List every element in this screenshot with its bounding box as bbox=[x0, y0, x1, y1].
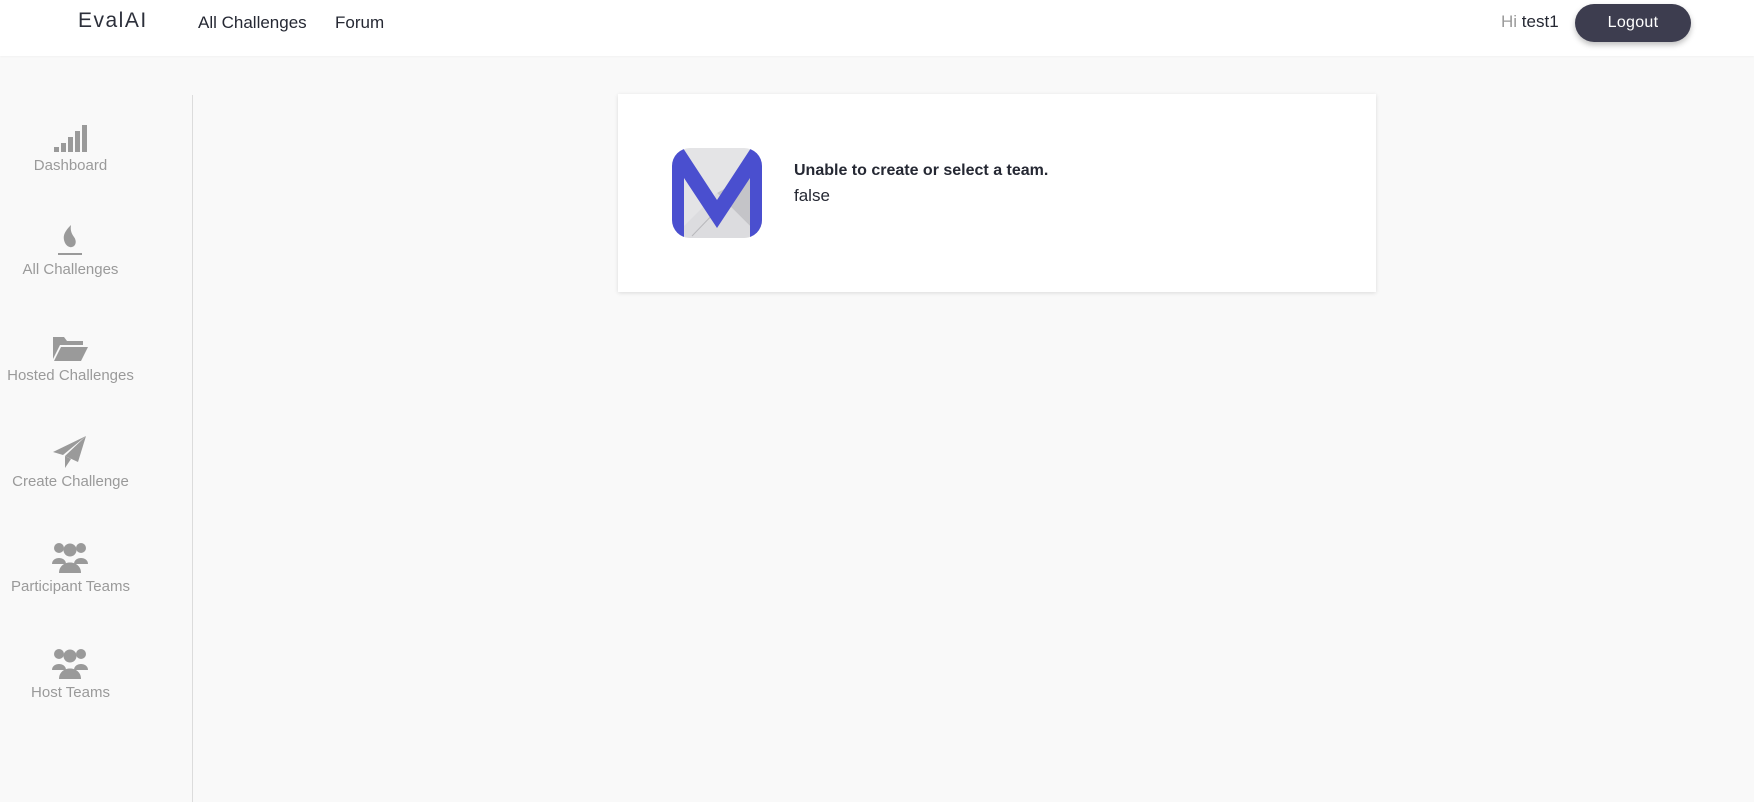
flame-icon bbox=[50, 223, 90, 257]
sidebar-item-label: Participant Teams bbox=[11, 578, 130, 595]
error-detail: false bbox=[794, 186, 830, 205]
error-message-card: Unable to create or select a team. false bbox=[618, 94, 1376, 292]
sidebar: Dashboard All Challenges Hosted Challeng… bbox=[0, 95, 193, 802]
sidebar-item-hosted-challenges[interactable]: Hosted Challenges bbox=[0, 329, 141, 409]
greeting-text: Hi bbox=[1501, 12, 1518, 31]
bar-signal-icon bbox=[50, 119, 90, 153]
sidebar-item-label: Host Teams bbox=[31, 684, 110, 701]
paper-plane-icon bbox=[50, 435, 90, 469]
folder-open-icon bbox=[50, 329, 90, 363]
top-navbar: EvalAI All Challenges Forum Hi test1 Log… bbox=[0, 0, 1754, 56]
username-text: test1 bbox=[1521, 12, 1559, 31]
sidebar-item-all-challenges[interactable]: All Challenges bbox=[0, 223, 141, 303]
sidebar-item-label: Dashboard bbox=[33, 157, 108, 174]
users-icon bbox=[50, 540, 90, 574]
sidebar-item-label: Create Challenge bbox=[12, 473, 129, 490]
sidebar-item-create-challenge[interactable]: Create Challenge bbox=[0, 435, 141, 515]
sidebar-item-label: Hosted Challenges bbox=[7, 367, 134, 384]
user-greeting: Hi test1 bbox=[1501, 12, 1559, 32]
logout-button[interactable]: Logout bbox=[1575, 4, 1691, 42]
sidebar-item-dashboard[interactable]: Dashboard bbox=[0, 119, 141, 199]
m-mail-logo-icon bbox=[672, 148, 762, 238]
sidebar-item-participant-teams[interactable]: Participant Teams bbox=[0, 540, 141, 620]
evalai-logo[interactable]: EvalAI bbox=[78, 9, 148, 33]
error-title: Unable to create or select a team. bbox=[794, 162, 1049, 179]
nav-forum-link[interactable]: Forum bbox=[335, 13, 384, 33]
sidebar-item-host-teams[interactable]: Host Teams bbox=[0, 646, 141, 726]
users-icon bbox=[50, 646, 90, 680]
nav-all-challenges-link[interactable]: All Challenges bbox=[198, 13, 307, 33]
sidebar-item-label: All Challenges bbox=[22, 261, 119, 278]
